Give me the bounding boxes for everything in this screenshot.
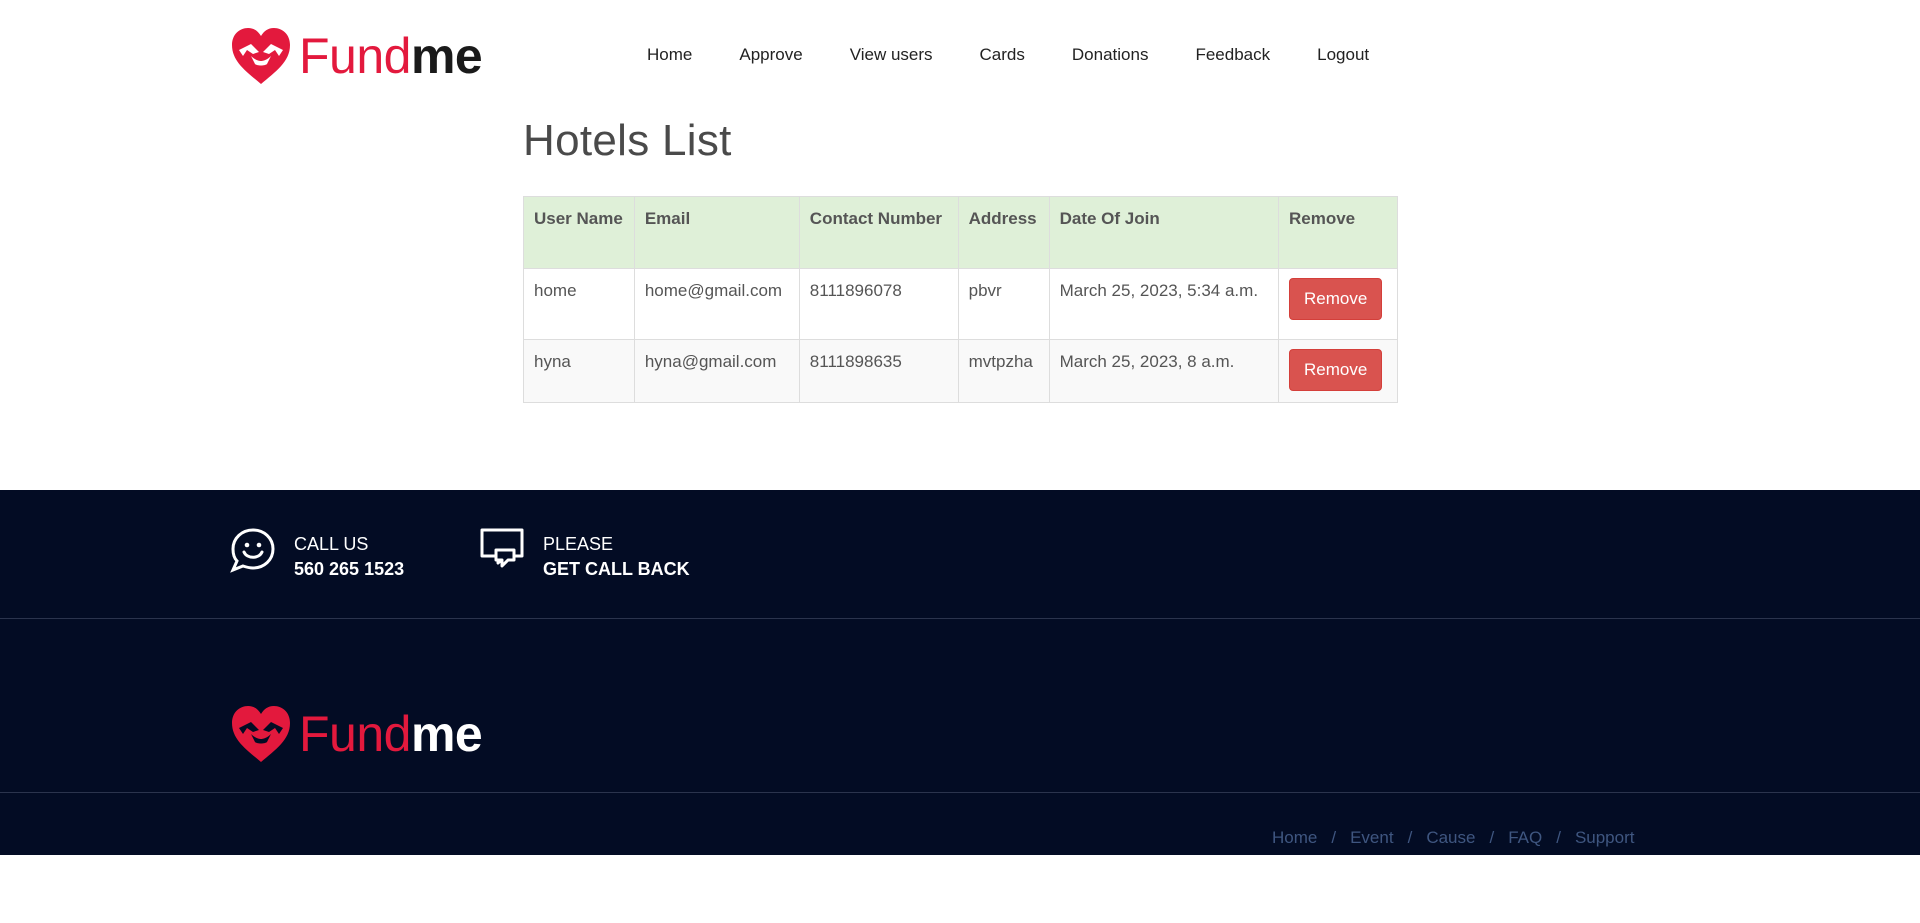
call-us-label: CALL US: [294, 534, 369, 554]
footer-link-separator: /: [1331, 828, 1337, 847]
column-header-email: Email: [633, 196, 800, 269]
cell-date-of-join: March 25, 2023, 5:34 a.m.: [1048, 268, 1279, 340]
heart-hands-logo-icon: [232, 28, 290, 84]
cell-contact-number: 8111898635: [798, 339, 959, 403]
brand-name-part1: Fund: [299, 28, 411, 84]
nav-donations[interactable]: Donations: [1072, 45, 1149, 65]
smiley-chat-icon: [230, 528, 275, 573]
cell-contact-number: 8111896078: [798, 268, 959, 340]
column-header-user-name: User Name: [523, 196, 635, 269]
footer-link-cause[interactable]: Cause: [1426, 828, 1475, 847]
remove-button[interactable]: Remove: [1288, 349, 1383, 391]
call-us-phone: 560 265 1523: [294, 559, 405, 579]
call-back-action: GET CALL BACK: [543, 559, 690, 579]
users-table: User Name Email Contact Number Address D…: [523, 196, 1399, 403]
nav-view-users[interactable]: View users: [850, 45, 933, 65]
cell-date-of-join: March 25, 2023, 8 a.m.: [1048, 339, 1279, 403]
column-header-address: Address: [957, 196, 1050, 269]
cell-user-name: home: [523, 268, 635, 340]
brand-logo[interactable]: Fundme: [229, 26, 483, 86]
footer-brand-name-part2: me: [410, 706, 483, 762]
table-body: home home@gmail.com 8111896078 pbvr Marc…: [523, 268, 1399, 403]
footer-link-separator: /: [1407, 828, 1413, 847]
footer-contact-strip: CALL US 560 265 1523 PLEASE GET CALL BAC…: [0, 490, 1920, 619]
call-us-text: CALL US 560 265 1523: [294, 526, 404, 582]
footer-logo-area: Fundme: [0, 619, 1920, 793]
table-header-row: User Name Email Contact Number Address D…: [523, 196, 1399, 269]
main-nav: Home Approve View users Cards Donations …: [647, 45, 1369, 65]
footer-brand-wordmark: Fundme: [299, 706, 483, 762]
cell-address: pbvr: [957, 268, 1050, 340]
nav-approve[interactable]: Approve: [739, 45, 802, 65]
footer-link-event[interactable]: Event: [1350, 828, 1393, 847]
call-us-block[interactable]: CALL US 560 265 1523: [229, 526, 404, 582]
footer-link-separator: /: [1489, 828, 1495, 847]
cell-email: home@gmail.com: [633, 268, 800, 340]
call-back-block[interactable]: PLEASE GET CALL BACK: [478, 526, 690, 582]
table-row: hyna hyna@gmail.com 8111898635 mvtpzha M…: [523, 339, 1399, 403]
nav-feedback[interactable]: Feedback: [1195, 45, 1270, 65]
site-footer: CALL US 560 265 1523 PLEASE GET CALL BAC…: [0, 490, 1920, 855]
brand-wordmark: Fundme: [299, 28, 483, 84]
cell-user-name: hyna: [523, 339, 635, 403]
call-back-label: PLEASE: [543, 534, 614, 554]
footer-link-faq[interactable]: FAQ: [1508, 828, 1542, 847]
call-back-text: PLEASE GET CALL BACK: [543, 526, 690, 582]
nav-home[interactable]: Home: [647, 45, 692, 65]
nav-logout[interactable]: Logout: [1317, 45, 1369, 65]
column-header-date-of-join: Date Of Join: [1048, 196, 1279, 269]
cell-remove: Remove: [1277, 339, 1399, 403]
remove-button[interactable]: Remove: [1288, 278, 1383, 320]
footer-link-home[interactable]: Home: [1272, 828, 1317, 847]
main-content: Hotels List User Name Email Contact Numb…: [0, 112, 1920, 490]
cell-email: hyna@gmail.com: [633, 339, 800, 403]
column-header-contact-number: Contact Number: [798, 196, 959, 269]
page-title: Hotels List: [523, 116, 732, 165]
footer-brand-logo[interactable]: Fundme: [229, 704, 483, 764]
footer-brand-name-part1: Fund: [299, 706, 411, 762]
cell-remove: Remove: [1277, 268, 1399, 340]
footer-link-support[interactable]: Support: [1575, 828, 1635, 847]
site-header: Fundme Home Approve View users Cards Don…: [0, 0, 1920, 112]
column-header-remove: Remove: [1277, 196, 1399, 269]
brand-name-part2: me: [410, 28, 483, 84]
table-row: home home@gmail.com 8111896078 pbvr Marc…: [523, 268, 1399, 340]
footer-bottom-bar: Home / Event / Cause / FAQ / Support: [0, 793, 1920, 854]
nav-cards[interactable]: Cards: [980, 45, 1025, 65]
footer-links: Home / Event / Cause / FAQ / Support: [1272, 828, 1634, 848]
footer-link-separator: /: [1556, 828, 1561, 847]
cell-address: mvtpzha: [957, 339, 1050, 403]
heart-hands-logo-icon: [232, 706, 290, 762]
table-header: User Name Email Contact Number Address D…: [523, 196, 1399, 269]
speech-bubbles-icon: [480, 528, 524, 568]
